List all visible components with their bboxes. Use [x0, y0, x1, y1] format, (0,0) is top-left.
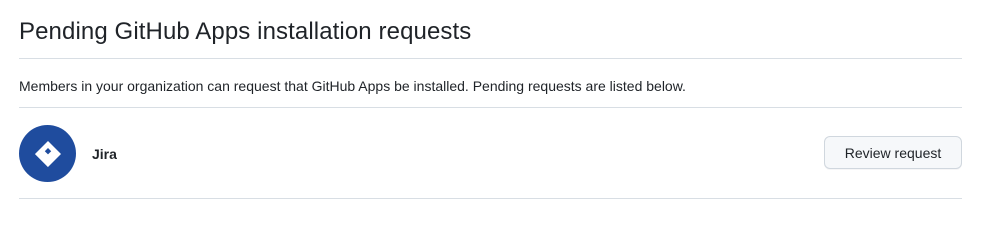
page-title: Pending GitHub Apps installation request… [19, 18, 472, 45]
request-list-item: Jira Review request [19, 108, 962, 198]
section-description: Members in your organization can request… [19, 78, 686, 94]
pending-requests-section: Pending GitHub Apps installation request… [19, 0, 962, 199]
app-avatar [19, 125, 76, 182]
request-divider [19, 198, 962, 199]
review-request-button[interactable]: Review request [824, 136, 962, 169]
app-name: Jira [92, 146, 117, 162]
jira-logo-icon [34, 140, 61, 167]
